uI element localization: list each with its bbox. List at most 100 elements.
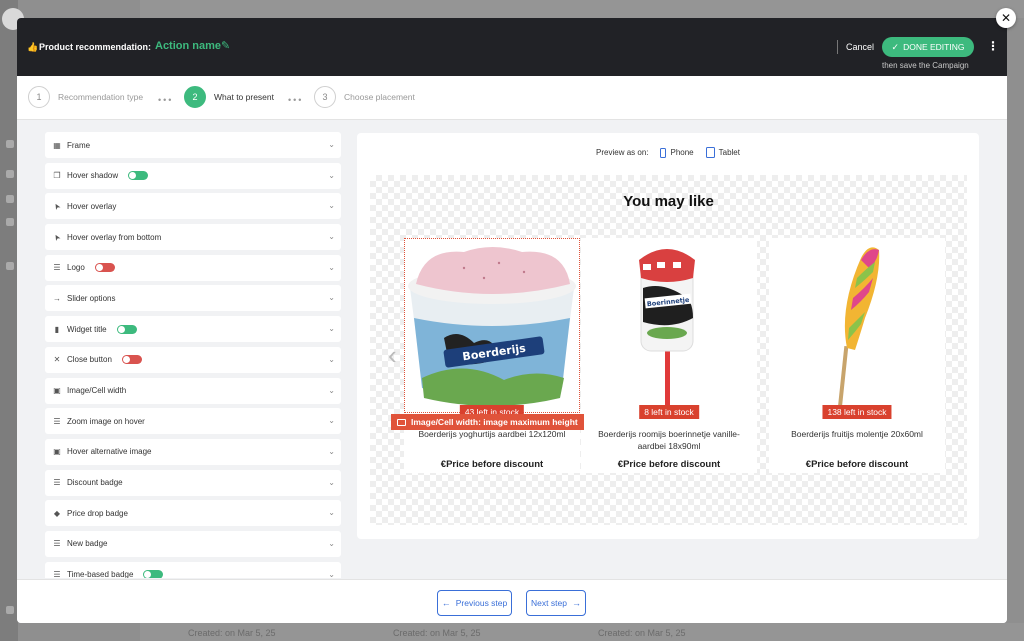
done-editing-label: DONE EDITING bbox=[903, 42, 965, 52]
selection-tooltip-text: Image/Cell width: image maximum height bbox=[411, 417, 578, 427]
option-toggle[interactable] bbox=[121, 355, 142, 365]
step-connector: ••• bbox=[158, 95, 174, 105]
product-image-ice-pop[interactable]: Boerinnetje bbox=[581, 238, 757, 413]
thumbs-up-icon: 👍 bbox=[27, 42, 39, 52]
preview-stage: You may like ‹ › Boerderijs 43 left in s bbox=[370, 175, 967, 525]
bookmark-icon: ▮ bbox=[54, 324, 60, 334]
option-label: Discount badge bbox=[67, 478, 123, 488]
option-label: Zoom image on hover bbox=[67, 416, 145, 426]
chevron-down-icon[interactable]: ⌄ bbox=[328, 293, 335, 302]
option-label: Hover shadow bbox=[67, 171, 119, 181]
editor-modal: 👍 Product recommendation: Action name ✎ … bbox=[17, 18, 1007, 623]
option-label: Hover overlay from bottom bbox=[67, 232, 162, 242]
preview-device-bar: Preview as on: Phone Tablet bbox=[357, 147, 979, 158]
sidebar-icon bbox=[6, 262, 14, 270]
widget-title[interactable]: You may like bbox=[370, 193, 967, 210]
option-row[interactable]: ☰ Zoom image on hover ⌄ bbox=[45, 408, 341, 435]
chevron-down-icon[interactable]: ⌄ bbox=[328, 539, 335, 548]
pencil-icon[interactable]: ✎ bbox=[221, 39, 230, 52]
chevron-down-icon[interactable]: ⌄ bbox=[328, 201, 335, 210]
step-label: What to present bbox=[214, 92, 275, 102]
product-card[interactable]: 138 left in stock Boerderijs fruitijs mo… bbox=[769, 238, 945, 473]
next-step-label: Next step bbox=[531, 598, 567, 608]
close-icon: ✕ bbox=[1000, 11, 1012, 25]
step-recommendation-type[interactable]: 1 Recommendation type bbox=[28, 86, 143, 108]
option-row[interactable]: ✕ Close button ⌄ bbox=[45, 346, 341, 373]
close-modal-button[interactable]: ✕ bbox=[996, 8, 1016, 28]
next-step-button[interactable]: Next step → bbox=[526, 590, 586, 616]
cursor-icon: ➤ bbox=[51, 231, 63, 243]
chevron-down-icon[interactable]: ⌄ bbox=[328, 171, 335, 180]
done-editing-button[interactable]: ✓ DONE EDITING bbox=[882, 37, 974, 57]
option-row[interactable]: ▣ Image/Cell width ⌄ bbox=[45, 377, 341, 404]
option-row[interactable]: ➤ Hover overlay from bottom ⌄ bbox=[45, 224, 341, 251]
tablet-label: Tablet bbox=[718, 148, 740, 157]
action-name[interactable]: Action name bbox=[155, 40, 221, 52]
option-label: Widget title bbox=[67, 324, 107, 334]
phone-icon bbox=[660, 147, 667, 158]
chevron-down-icon[interactable]: ⌄ bbox=[328, 416, 335, 425]
arrow-left-icon: ← bbox=[441, 598, 451, 608]
option-row[interactable]: ◆ Price drop badge ⌄ bbox=[45, 500, 341, 527]
image-icon: ▣ bbox=[53, 447, 61, 457]
product-image-yoghurt-cup[interactable]: Boerderijs bbox=[404, 238, 580, 413]
step-number: 3 bbox=[314, 86, 336, 108]
copy-icon: ❐ bbox=[53, 171, 61, 181]
preview-phone-button[interactable]: Phone bbox=[660, 147, 694, 158]
chevron-down-icon[interactable]: ⌄ bbox=[328, 508, 335, 517]
modal-footer: ← Previous step Next step → bbox=[17, 579, 1007, 623]
stock-badge: 8 left in stock bbox=[639, 405, 699, 419]
list-icon: ☰ bbox=[53, 539, 61, 549]
option-row[interactable]: ☰ New badge ⌄ bbox=[45, 530, 341, 557]
option-toggle[interactable] bbox=[128, 171, 149, 181]
preview-label: Preview as on: bbox=[596, 148, 649, 157]
product-card[interactable]: Boerderijs 43 left in stock Boerderijs y… bbox=[404, 238, 580, 473]
sidebar-icon bbox=[6, 218, 14, 226]
header-divider bbox=[837, 40, 838, 54]
option-row[interactable]: ☰ Time-based badge ⌄ bbox=[45, 561, 341, 578]
phone-label: Phone bbox=[670, 148, 694, 157]
slider-prev-icon[interactable]: ‹ bbox=[388, 340, 397, 371]
option-toggle[interactable] bbox=[116, 324, 137, 334]
previous-step-button[interactable]: ← Previous step bbox=[437, 590, 512, 616]
preview-tablet-button[interactable]: Tablet bbox=[705, 147, 740, 158]
option-label: Hover overlay bbox=[67, 201, 117, 211]
step-label: Recommendation type bbox=[58, 92, 144, 102]
sidebar-icon bbox=[6, 170, 14, 178]
selection-tooltip: Image/Cell width: image maximum height bbox=[391, 414, 584, 430]
chevron-down-icon[interactable]: ⌄ bbox=[328, 447, 335, 456]
option-row[interactable]: ▦ Frame ⌄ bbox=[45, 132, 341, 158]
product-card[interactable]: Boerinnetje 8 left in stock Boerderijs r… bbox=[581, 238, 757, 473]
chevron-down-icon[interactable]: ⌄ bbox=[328, 478, 335, 487]
created-label: Created: on Mar 5, 25 bbox=[393, 628, 481, 638]
chevron-down-icon[interactable]: ⌄ bbox=[328, 232, 335, 241]
list-icon: ☰ bbox=[53, 263, 61, 273]
more-vertical-icon[interactable]: ⋮ bbox=[987, 40, 999, 52]
product-image-fruit-pop[interactable] bbox=[769, 238, 945, 413]
chevron-down-icon[interactable]: ⌄ bbox=[328, 386, 335, 395]
chevron-down-icon[interactable]: ⌄ bbox=[328, 570, 335, 578]
option-row[interactable]: ❐ Hover shadow ⌄ bbox=[45, 162, 341, 189]
close-icon: ✕ bbox=[53, 355, 61, 365]
cursor-icon: ➤ bbox=[51, 201, 63, 212]
step-what-to-present[interactable]: 2 What to present bbox=[184, 86, 274, 108]
background-topbar bbox=[140, 0, 1024, 18]
check-icon: ✓ bbox=[891, 41, 900, 52]
option-row[interactable]: ▣ Hover alternative image ⌄ bbox=[45, 438, 341, 465]
option-toggle[interactable] bbox=[143, 570, 164, 578]
step-choose-placement[interactable]: 3 Choose placement bbox=[314, 86, 415, 108]
chevron-down-icon[interactable]: ⌄ bbox=[328, 140, 335, 149]
cancel-button[interactable]: Cancel bbox=[846, 42, 874, 52]
chevron-down-icon[interactable]: ⌄ bbox=[328, 263, 335, 272]
created-label: Created: on Mar 5, 25 bbox=[188, 628, 276, 638]
option-toggle[interactable] bbox=[94, 263, 115, 273]
chevron-down-icon[interactable]: ⌄ bbox=[328, 355, 335, 364]
option-row[interactable]: ➤ Hover overlay ⌄ bbox=[45, 193, 341, 220]
option-row[interactable]: ☰ Discount badge ⌄ bbox=[45, 469, 341, 496]
option-label: Logo bbox=[67, 263, 85, 273]
option-row[interactable]: → Slider options ⌄ bbox=[45, 285, 341, 312]
option-row[interactable]: ☰ Logo ⌄ bbox=[45, 254, 341, 281]
chevron-down-icon[interactable]: ⌄ bbox=[328, 324, 335, 333]
grid-icon: ▦ bbox=[53, 140, 61, 150]
option-row[interactable]: ▮ Widget title ⌄ bbox=[45, 316, 341, 343]
